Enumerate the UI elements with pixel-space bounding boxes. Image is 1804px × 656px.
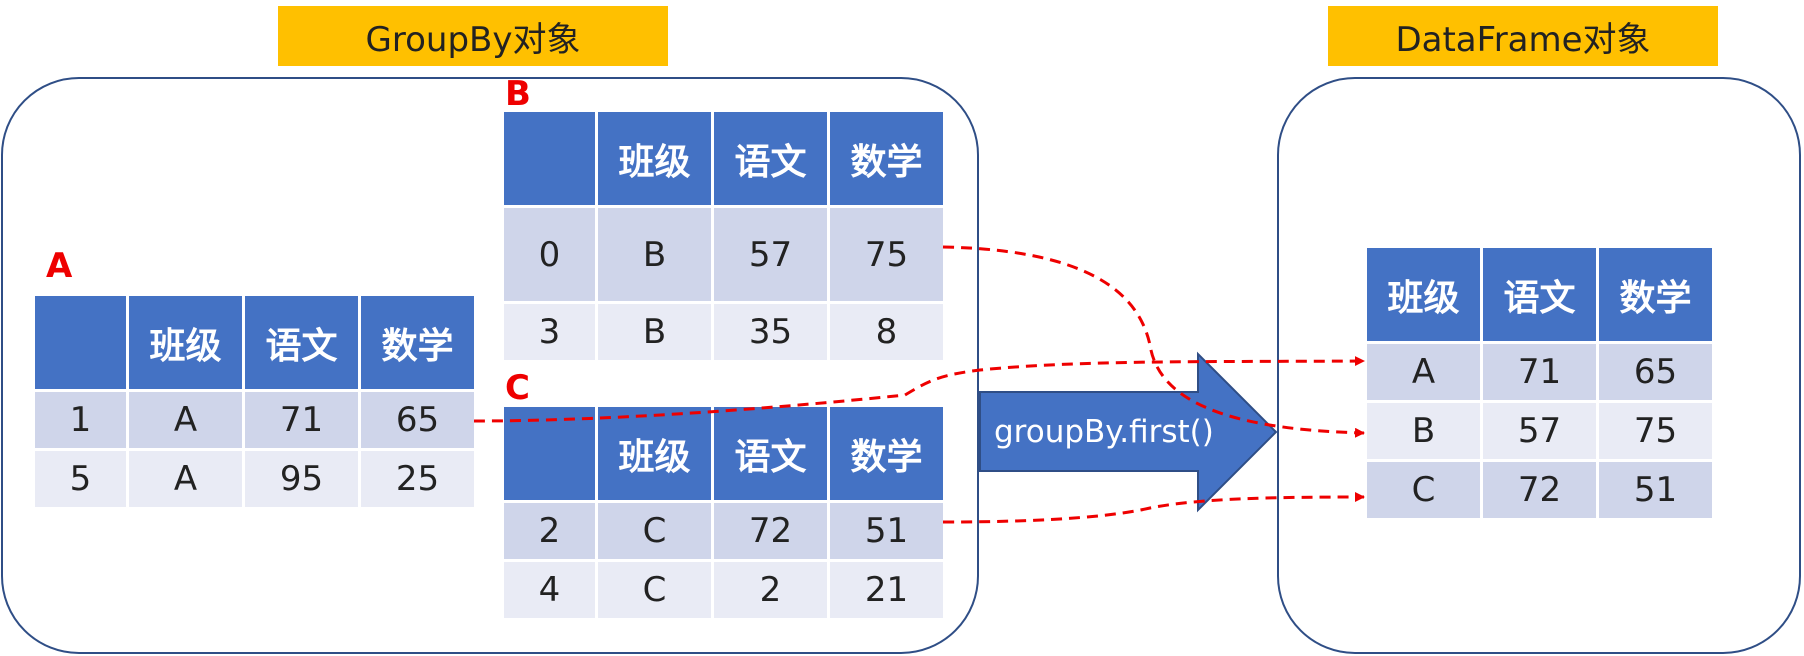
- connector-b-to-result: [942, 245, 1365, 438]
- connector-a-to-result: [473, 356, 1365, 423]
- connector-c-to-result: [942, 492, 1365, 524]
- connector-layer: [473, 245, 1365, 524]
